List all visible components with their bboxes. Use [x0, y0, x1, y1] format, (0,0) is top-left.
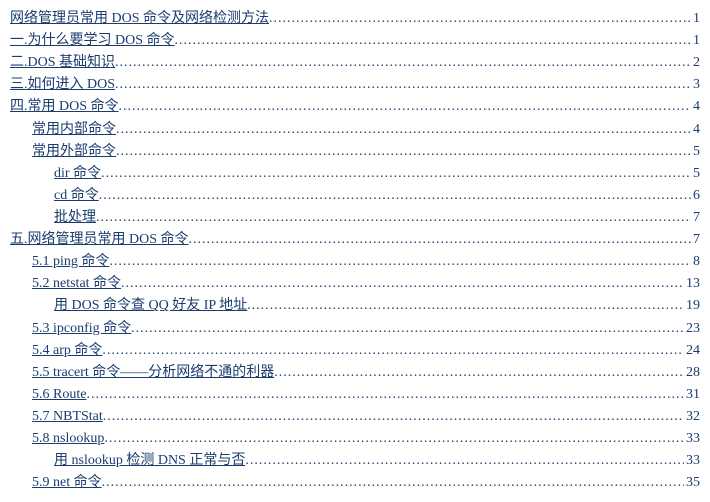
toc-leader-dots [109, 251, 691, 273]
toc-entry[interactable]: 5.1 ping 命令 8 [10, 251, 700, 273]
toc-entry-page: 4 [691, 96, 700, 118]
toc-entry-title[interactable]: 批处理 [54, 207, 96, 229]
toc-entry-title[interactable]: 常用内部命令 [32, 119, 116, 141]
toc-entry-title[interactable]: 一.为什么要学习 DOS 命令 [10, 30, 175, 52]
toc-entry-page: 7 [691, 207, 700, 229]
toc-leader-dots [86, 384, 684, 406]
toc-leader-dots [131, 318, 684, 340]
toc-leader-dots [99, 185, 691, 207]
toc-leader-dots [189, 229, 691, 251]
toc-entry-title[interactable]: 5.3 ipconfig 命令 [32, 318, 131, 340]
toc-entry-title[interactable]: 5.8 nslookup [32, 428, 104, 450]
toc-entry-page: 23 [684, 318, 700, 340]
toc-entry-page: 5 [691, 163, 700, 185]
toc-entry-title[interactable]: dir 命令 [54, 163, 101, 185]
toc-leader-dots [115, 74, 691, 96]
toc-leader-dots [116, 119, 691, 141]
toc-leader-dots [274, 362, 684, 384]
toc-entry[interactable]: 二.DOS 基础知识 2 [10, 52, 700, 74]
toc-leader-dots [102, 340, 684, 362]
toc-leader-dots [119, 96, 691, 118]
toc-entry[interactable]: cd 命令 6 [10, 185, 700, 207]
toc-leader-dots [121, 273, 684, 295]
toc-entry-title[interactable]: 用 DOS 命令查 QQ 好友 IP 地址 [54, 295, 247, 317]
toc-entry-page: 33 [684, 450, 700, 472]
toc-entry-page: 7 [691, 229, 700, 251]
toc-entry-title[interactable]: cd 命令 [54, 185, 99, 207]
toc-entry-page: 2 [691, 52, 700, 74]
toc-leader-dots [103, 406, 684, 428]
toc-entry-title[interactable]: 五.网络管理员常用 DOS 命令 [10, 229, 189, 251]
toc-entry-title[interactable]: 二.DOS 基础知识 [10, 52, 115, 74]
toc-entry-page: 1 [691, 30, 700, 52]
toc-entry-title[interactable]: 5.5 tracert 命令——分析网络不通的利器 [32, 362, 274, 384]
toc-entry-title[interactable]: 网络管理员常用 DOS 命令及网络检测方法 [10, 8, 269, 30]
toc-entry[interactable]: dir 命令 5 [10, 163, 700, 185]
toc-entry-page: 13 [684, 273, 700, 295]
toc-entry-title[interactable]: 常用外部命令 [32, 141, 116, 163]
toc-entry-title[interactable]: 四.常用 DOS 命令 [10, 96, 119, 118]
table-of-contents: 网络管理员常用 DOS 命令及网络检测方法1一.为什么要学习 DOS 命令1二.… [10, 8, 700, 494]
toc-entry-page: 31 [684, 384, 700, 406]
toc-entry-page: 8 [691, 251, 700, 273]
toc-entry[interactable]: 5.8 nslookup 33 [10, 428, 700, 450]
toc-entry[interactable]: 批处理 7 [10, 207, 700, 229]
toc-leader-dots [116, 141, 691, 163]
toc-leader-dots [245, 450, 684, 472]
toc-entry-title[interactable]: 5.9 net 命令 [32, 472, 102, 494]
toc-entry-page: 35 [684, 472, 700, 494]
toc-entry[interactable]: 三.如何进入 DOS 3 [10, 74, 700, 96]
toc-entry-page: 24 [684, 340, 700, 362]
toc-entry-page: 5 [691, 141, 700, 163]
toc-entry[interactable]: 五.网络管理员常用 DOS 命令 7 [10, 229, 700, 251]
toc-entry[interactable]: 用 DOS 命令查 QQ 好友 IP 地址 19 [10, 295, 700, 317]
toc-entry-page: 32 [684, 406, 700, 428]
toc-leader-dots [104, 428, 684, 450]
toc-entry[interactable]: 用 nslookup 检测 DNS 正常与否 33 [10, 450, 700, 472]
toc-entry[interactable]: 网络管理员常用 DOS 命令及网络检测方法 1 [10, 8, 700, 30]
toc-leader-dots [115, 52, 691, 74]
toc-leader-dots [96, 207, 691, 229]
toc-entry-title[interactable]: 5.6 Route [32, 384, 86, 406]
toc-entry[interactable]: 5.6 Route 31 [10, 384, 700, 406]
toc-entry-title[interactable]: 5.1 ping 命令 [32, 251, 109, 273]
toc-leader-dots [247, 295, 684, 317]
toc-entry-page: 1 [691, 8, 700, 30]
toc-entry[interactable]: 一.为什么要学习 DOS 命令 1 [10, 30, 700, 52]
toc-entry[interactable]: 5.7 NBTStat 32 [10, 406, 700, 428]
toc-entry[interactable]: 5.4 arp 命令 24 [10, 340, 700, 362]
toc-leader-dots [269, 8, 691, 30]
toc-entry[interactable]: 常用外部命令 5 [10, 141, 700, 163]
toc-entry[interactable]: 5.9 net 命令 35 [10, 472, 700, 494]
toc-entry-page: 4 [691, 119, 700, 141]
toc-entry[interactable]: 四.常用 DOS 命令 4 [10, 96, 700, 118]
toc-entry-page: 33 [684, 428, 700, 450]
toc-entry[interactable]: 常用内部命令 4 [10, 119, 700, 141]
toc-entry-title[interactable]: 5.7 NBTStat [32, 406, 103, 428]
toc-leader-dots [101, 163, 691, 185]
toc-entry-title[interactable]: 5.2 netstat 命令 [32, 273, 121, 295]
toc-entry[interactable]: 5.2 netstat 命令 13 [10, 273, 700, 295]
toc-entry-title[interactable]: 三.如何进入 DOS [10, 74, 115, 96]
toc-entry[interactable]: 5.5 tracert 命令——分析网络不通的利器 28 [10, 362, 700, 384]
toc-entry-title[interactable]: 5.4 arp 命令 [32, 340, 102, 362]
toc-leader-dots [102, 472, 684, 494]
toc-entry[interactable]: 5.3 ipconfig 命令 23 [10, 318, 700, 340]
toc-entry-page: 3 [691, 74, 700, 96]
toc-entry-title[interactable]: 用 nslookup 检测 DNS 正常与否 [54, 450, 245, 472]
toc-leader-dots [175, 30, 691, 52]
toc-entry-page: 28 [684, 362, 700, 384]
toc-entry-page: 19 [684, 295, 700, 317]
toc-entry-page: 6 [691, 185, 700, 207]
